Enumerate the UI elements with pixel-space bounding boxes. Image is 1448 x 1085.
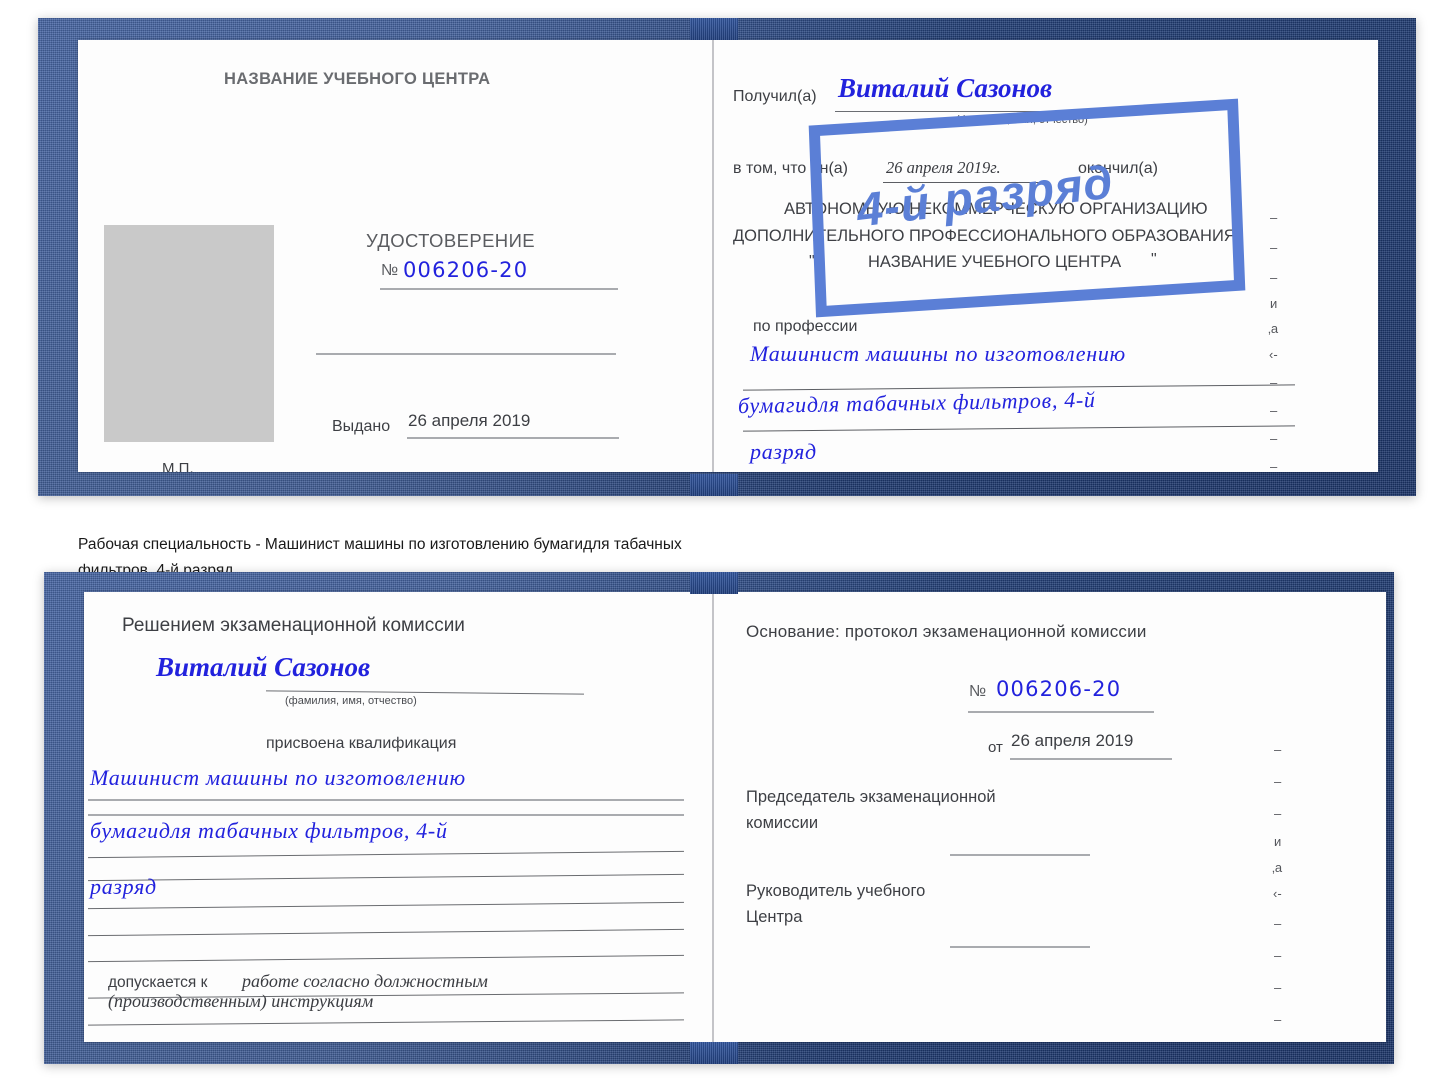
clause-date-rule [883, 182, 1039, 183]
certificate-title-top: УДОСТОВЕРЕНИЕ [366, 230, 535, 251]
protocol-number-value: 006206-20 [996, 677, 1122, 701]
chairman-label-line-2: комиссии [746, 814, 819, 832]
qualification-rule-5 [88, 901, 684, 910]
qualification-line-1: Машинист машины по изготовлению [90, 765, 466, 790]
protocol-date-value: 26 апреля 2019 [1011, 731, 1134, 750]
director-label-line-2: Центра [746, 908, 803, 926]
edge-fragment-b7: – [1274, 916, 1282, 931]
book-spine-tab-top-lower [690, 474, 738, 496]
profession-handwritten-line-2: бумагидля табачных фильтров, 4-й [737, 386, 1096, 419]
recipient-name-rule-bottom [266, 690, 584, 695]
recipient-name-sublabel-bottom: (фамилия, имя, отчество) [285, 695, 417, 707]
admission-value-line-2: (производственным) инструкциям [108, 991, 374, 1011]
clause-date: 26 апреля 2019г. [886, 158, 1001, 177]
issued-label: Выдано [332, 418, 391, 435]
page-fold-bottom [712, 592, 714, 1042]
qualification-label: присвоена квалификация [266, 735, 457, 752]
edge-fragment-b10: – [1274, 1012, 1282, 1027]
qualification-rule-2 [88, 814, 684, 816]
org-line-1: АВТОНОМНУЮ НЕКОММЕРЧЕСКУЮ ОРГАНИЗАЦИЮ [784, 200, 1208, 218]
book-spine-tab-bottom-upper [690, 572, 738, 594]
received-sublabel: (фамилия, имя, отчество) [956, 114, 1088, 126]
edge-fragment-10: – [1270, 459, 1278, 472]
edge-fragment-dash-a: – [1179, 97, 1187, 112]
director-signature-rule [950, 946, 1090, 948]
protocol-date-rule [1010, 758, 1172, 760]
received-value: Виталий Сазонов [838, 73, 1053, 103]
org-line-2: ДОПОЛНИТЕЛЬНОГО ПРОФЕССИОНАЛЬНОГО ОБРАЗО… [733, 227, 1236, 245]
profession-rule-2 [743, 425, 1295, 432]
admission-label: допускается к [108, 974, 208, 991]
commission-decision-heading: Решением экзаменационной комиссии [122, 615, 465, 636]
training-center-heading-top-left: НАЗВАНИЕ УЧЕБНОГО ЦЕНТРА [224, 70, 491, 88]
qualification-rule-4 [88, 873, 684, 882]
photo-placeholder [104, 225, 274, 442]
clause-label: в том, что он(а) [733, 160, 848, 177]
received-rule [835, 111, 1129, 112]
protocol-date-prefix: от [988, 739, 1003, 756]
profession-handwritten-line-3: разряд [750, 439, 817, 464]
edge-fragment-9: – [1270, 431, 1278, 446]
seal-place-label: М.П. [162, 460, 194, 472]
edge-fragment-b8: – [1274, 948, 1282, 963]
edge-fragment-5: ‚а [1268, 321, 1279, 336]
edge-fragment-3: – [1270, 270, 1278, 285]
blank-rule-top-left [316, 353, 616, 355]
org-quote-close: " [1151, 251, 1157, 268]
edge-fragment-b1: – [1274, 742, 1282, 757]
admission-rule-2 [88, 1019, 684, 1026]
edge-fragment-8: – [1270, 403, 1278, 418]
qualification-rule-7 [88, 954, 684, 963]
edge-fragment-b5: ‚а [1272, 860, 1283, 875]
director-label-line-1: Руководитель учебного [746, 882, 926, 900]
org-line-3: НАЗВАНИЕ УЧЕБНОГО ЦЕНТРА [868, 253, 1122, 271]
certificate-number-rule-top [380, 288, 618, 290]
edge-fragment-2: – [1270, 240, 1278, 255]
issued-value: 26 апреля 2019 [408, 411, 531, 430]
clause-end: окончил(а) [1078, 160, 1158, 177]
received-label: Получил(а) [733, 88, 817, 105]
edge-fragment-b4: и [1274, 834, 1282, 849]
edge-fragment-b3: – [1274, 806, 1282, 821]
qualification-rule-1 [88, 799, 684, 801]
edge-fragment-1: – [1270, 210, 1278, 225]
org-quote-open: " [809, 253, 815, 270]
caption-line-1: Рабочая специальность - Машинист машины … [78, 536, 682, 553]
profession-handwritten-line-1: Машинист машины по изготовлению [750, 341, 1126, 366]
edge-fragment-b9: – [1274, 980, 1282, 995]
book-spine-tab-bottom-lower [690, 1042, 738, 1064]
screenshot-root: НАЗВАНИЕ УЧЕБНОГО ЦЕНТРА М.П. УДОСТОВЕРЕ… [0, 0, 1448, 1085]
certificate-number-value-top: 006206-20 [403, 258, 529, 282]
qualification-rule-6 [88, 928, 684, 937]
chairman-signature-rule [950, 854, 1090, 856]
edge-fragment-b2: – [1274, 774, 1282, 789]
protocol-number-prefix: № [969, 683, 987, 700]
qualification-line-2: бумагидля табачных фильтров, 4-й [90, 818, 448, 843]
certificate-pages-top: НАЗВАНИЕ УЧЕБНОГО ЦЕНТРА М.П. УДОСТОВЕРЕ… [78, 40, 1378, 472]
certificate-pages-bottom: Решением экзаменационной комиссии Витали… [84, 592, 1386, 1042]
book-spine-tab-top-upper [690, 18, 738, 40]
protocol-number-rule [968, 711, 1154, 713]
qualification-line-3: разряд [90, 874, 157, 899]
edge-fragment-6: ‹- [1269, 347, 1278, 362]
basis-label: Основание: протокол экзаменационной коми… [746, 622, 1147, 641]
profession-label: по профессии [753, 318, 858, 335]
qualification-rule-3 [88, 850, 684, 859]
issued-rule [407, 437, 619, 439]
chairman-label-line-1: Председатель экзаменационной [746, 788, 996, 806]
edge-fragment-7: – [1270, 375, 1278, 390]
admission-value-line-1: работе согласно должностным [242, 971, 488, 991]
recipient-name-bottom: Виталий Сазонов [156, 652, 371, 682]
certificate-number-prefix-top: № [381, 262, 399, 279]
edge-fragment-4: и [1270, 296, 1278, 311]
page-fold-top [712, 40, 714, 472]
edge-fragment-b6: ‹- [1273, 886, 1282, 901]
